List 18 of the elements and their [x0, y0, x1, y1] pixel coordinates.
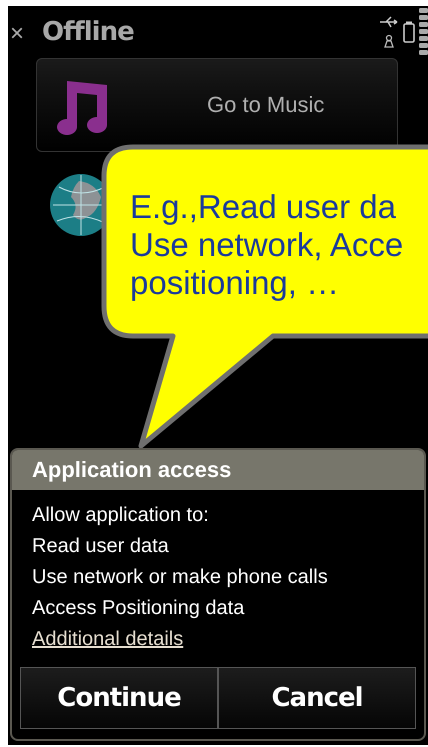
- person-icon: [384, 34, 394, 48]
- battery-icon: [403, 21, 415, 43]
- callout-text: E.g.,Read user da: [130, 188, 397, 226]
- usb-icon: [379, 16, 399, 28]
- dialog-text: Access Positioning data: [32, 596, 246, 621]
- close-button[interactable]: ×: [10, 20, 24, 48]
- dialog-text: Allow application to:: [32, 503, 210, 528]
- callout-text: positioning, …: [130, 264, 340, 302]
- dialog-title: Application access: [12, 450, 424, 490]
- screen-title: Offline: [42, 17, 134, 47]
- signal-icon: [419, 6, 428, 58]
- details-link[interactable]: Additional details: [32, 624, 184, 655]
- dialog-text: Read user data: [32, 534, 170, 559]
- callout-text: Use network, Acce: [130, 226, 404, 264]
- dialog-button[interactable]: Cancel: [218, 667, 416, 729]
- dialog-button[interactable]: Continue: [20, 667, 218, 729]
- music-shortcut-button[interactable]: Go to Music: [36, 58, 398, 152]
- dialog-text: Use network or make phone calls: [32, 565, 329, 590]
